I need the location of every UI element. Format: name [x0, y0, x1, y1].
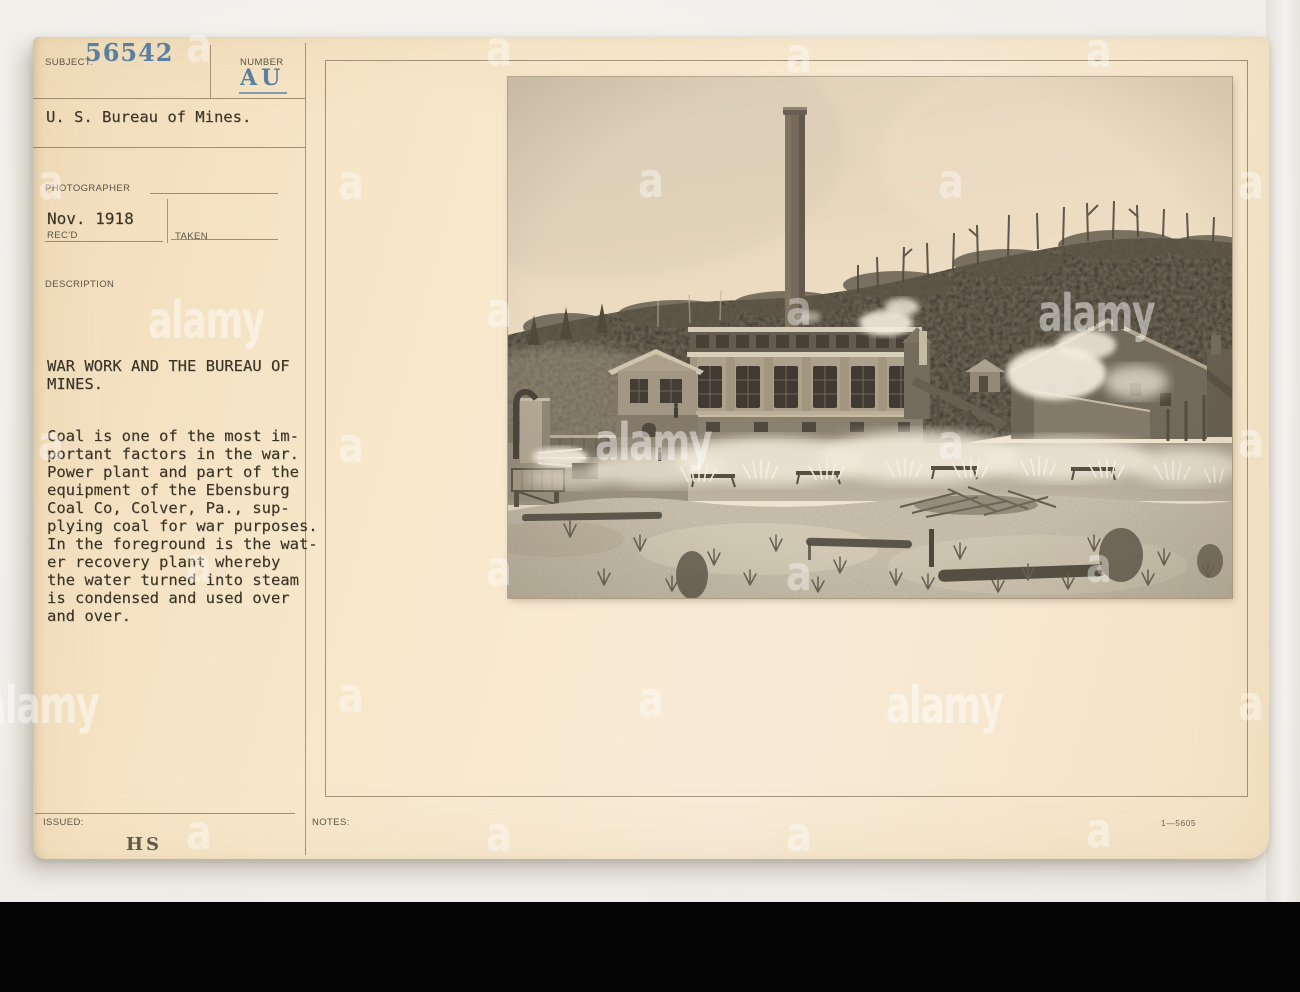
recd-label: REC'D	[47, 230, 78, 241]
rule	[167, 199, 168, 243]
issued-stamp: HS	[126, 834, 163, 855]
photo-scene	[508, 77, 1232, 598]
stock-photo-page: SUBJECT: 56542 NUMBER AU U. S. Bureau of…	[0, 0, 1300, 992]
notes-reference-number: 1—5605	[1161, 818, 1197, 828]
description-body: Coal is one of the most im- portant fact…	[47, 427, 318, 625]
description-label: DESCRIPTION	[45, 279, 115, 290]
issued-label: ISSUED:	[43, 817, 84, 828]
backdrop-crease	[1266, 0, 1300, 992]
date-received: Nov. 1918	[47, 209, 134, 228]
photograph	[508, 77, 1232, 598]
rule	[33, 147, 305, 148]
rule	[150, 193, 278, 194]
taken-label: TAKEN	[175, 231, 208, 242]
number-stamp: AU	[239, 65, 288, 94]
footer-bar: alamy Image ID: 2RCGY1N www.alamy.com	[0, 902, 1300, 992]
archive-card: SUBJECT: 56542 NUMBER AU U. S. Bureau of…	[33, 37, 1269, 859]
subject-number-stamp: 56542	[85, 38, 174, 67]
rule	[210, 45, 211, 98]
rule	[35, 813, 295, 814]
description-heading: WAR WORK AND THE BUREAU OF MINES.	[47, 357, 290, 393]
photographer-label: PHOTOGRAPHER	[45, 183, 131, 194]
rule	[45, 241, 163, 242]
rule	[33, 98, 305, 99]
notes-label: NOTES:	[312, 817, 350, 828]
organization-line: U. S. Bureau of Mines.	[46, 108, 252, 126]
